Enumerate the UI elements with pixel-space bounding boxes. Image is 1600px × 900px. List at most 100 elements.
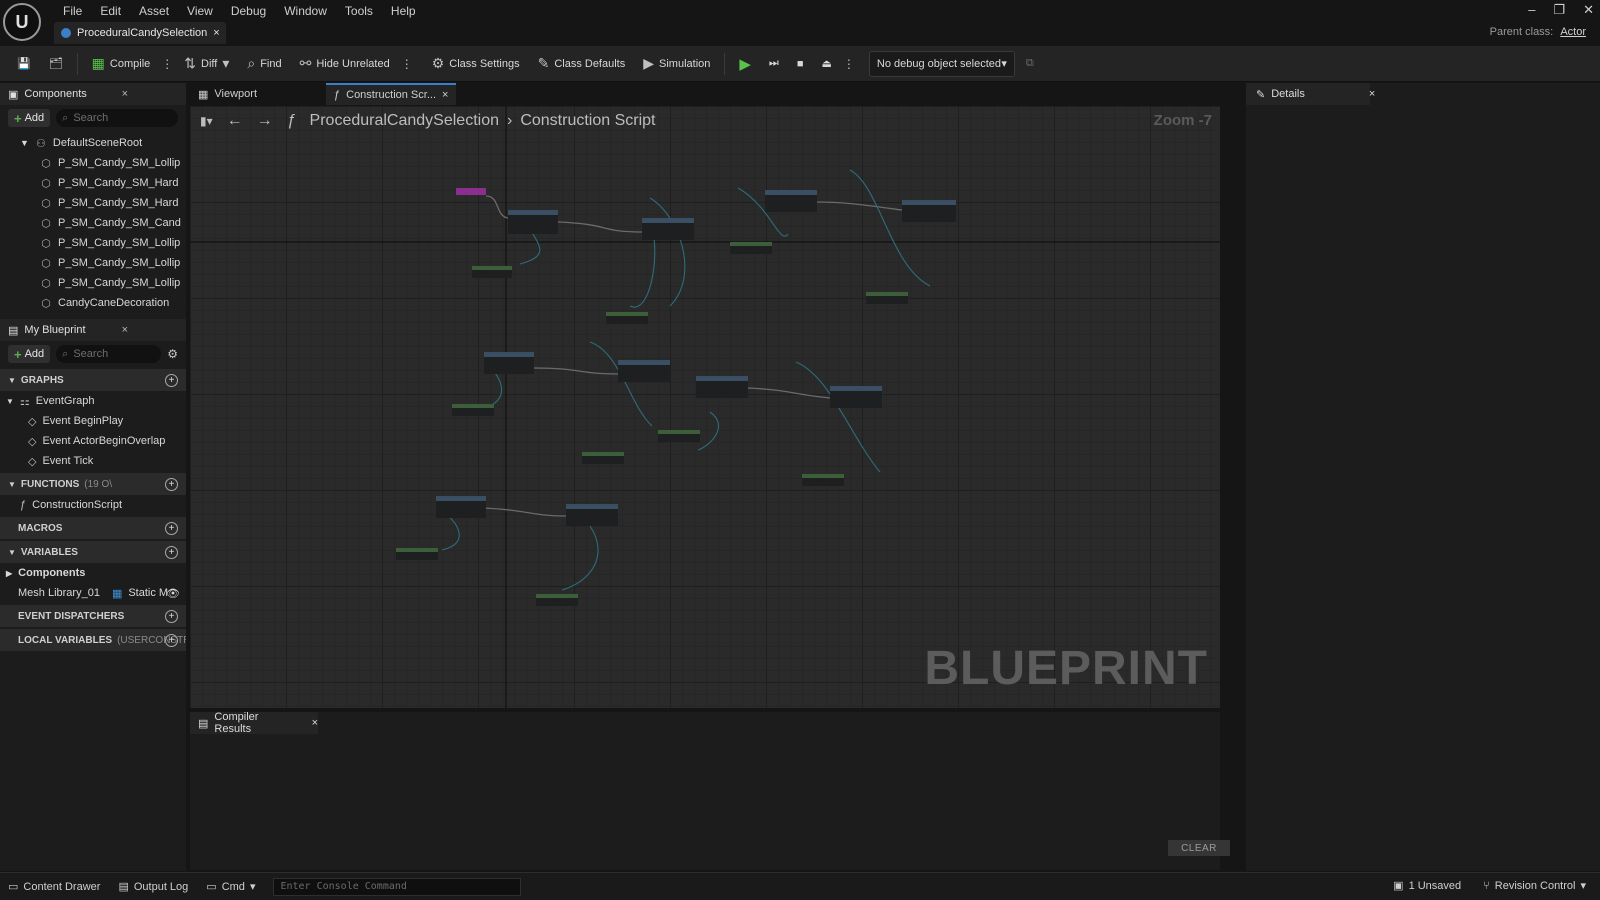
my-blueprint-search-input[interactable]: ⌕ Search — [56, 345, 162, 363]
menu-debug[interactable]: Debug — [222, 2, 275, 20]
function-node[interactable] — [696, 376, 748, 398]
revision-control-button[interactable]: ⑂ Revision Control ▾ — [1483, 879, 1586, 893]
macros-section-header[interactable]: MACROS + — [0, 517, 186, 539]
component-item[interactable]: ⬡ P_SM_Candy_SM_Lollip — [0, 273, 186, 293]
construction-script-item[interactable]: ƒ ConstructionScript — [0, 495, 186, 515]
save-icon[interactable]: 💾 — [10, 51, 38, 77]
blueprint-graph-canvas[interactable]: BLUEPRINT — [190, 106, 1220, 708]
function-node[interactable] — [902, 200, 956, 222]
function-node[interactable] — [618, 360, 670, 382]
class-settings-button[interactable]: ⚙ Class Settings — [425, 51, 527, 77]
find-button[interactable]: ⌕ Find — [240, 51, 288, 77]
function-node[interactable] — [765, 190, 817, 212]
close-icon[interactable]: × — [122, 88, 128, 100]
console-command-input[interactable]: Enter Console Command — [273, 877, 522, 896]
components-search-input[interactable]: ⌕ Search — [56, 109, 178, 127]
add-function-icon[interactable]: + — [165, 477, 178, 491]
variable-category-components[interactable]: ▶ Components — [0, 563, 186, 583]
add-variable-icon[interactable]: + — [165, 545, 178, 559]
component-item[interactable]: ⬡ P_SM_Candy_SM_Lollip — [0, 153, 186, 173]
eye-icon[interactable]: 👁 — [166, 587, 180, 600]
class-defaults-button[interactable]: ✎ Class Defaults — [531, 51, 633, 77]
compile-options-icon[interactable]: ⋮ — [161, 57, 173, 71]
menu-tools[interactable]: Tools — [336, 2, 382, 20]
clear-button[interactable]: CLEAR — [1168, 840, 1230, 856]
add-graph-icon[interactable]: + — [165, 373, 178, 387]
local-variables-section-header[interactable]: LOCAL VARIABLES (USERCONSTRU + — [0, 629, 186, 651]
menu-asset[interactable]: Asset — [130, 2, 178, 20]
function-node[interactable] — [830, 386, 882, 408]
stop-icon[interactable]: ■ — [790, 51, 811, 77]
menu-edit[interactable]: Edit — [91, 2, 130, 20]
play-options-icon[interactable]: ⋮ — [843, 57, 855, 71]
step-icon[interactable]: ⏭ — [762, 51, 786, 77]
tab-construction-script[interactable]: ƒ Construction Scr... × — [326, 83, 456, 105]
component-item[interactable]: ⬡ P_SM_Candy_SM_Hard — [0, 173, 186, 193]
expand-arrow-icon[interactable]: ▶ — [6, 569, 12, 578]
menu-window[interactable]: Window — [275, 2, 336, 20]
function-node[interactable] — [642, 218, 694, 240]
pure-node[interactable] — [866, 292, 908, 304]
expand-arrow-icon[interactable]: ▼ — [20, 138, 29, 148]
collapse-arrow-icon[interactable]: ▼ — [6, 397, 14, 406]
parent-class-link[interactable]: Actor — [1560, 26, 1586, 38]
details-tab[interactable]: ✎ Details × — [1246, 83, 1375, 105]
close-icon[interactable]: × — [122, 324, 128, 336]
pure-node[interactable] — [730, 242, 772, 254]
functions-section-header[interactable]: ▼ FUNCTIONS (19 O\ + — [0, 473, 186, 495]
debug-object-select[interactable]: No debug object selected ▾ — [868, 50, 1015, 77]
function-node[interactable] — [566, 504, 618, 526]
debug-filter-icon[interactable]: ⧉ — [1019, 51, 1041, 77]
add-macro-icon[interactable]: + — [165, 521, 178, 535]
event-dispatchers-section-header[interactable]: EVENT DISPATCHERS + — [0, 605, 186, 627]
function-node[interactable] — [508, 210, 558, 234]
forward-arrow-icon[interactable]: → — [257, 112, 273, 130]
event-item[interactable]: ◇ Event ActorBeginOverlap — [0, 431, 186, 451]
event-graph-item[interactable]: ▼ ⚏ EventGraph — [0, 391, 186, 411]
pure-node[interactable] — [802, 474, 844, 486]
add-local-variable-icon[interactable]: + — [165, 633, 178, 647]
breadcrumb-leaf[interactable]: Construction Script — [520, 112, 655, 130]
play-icon[interactable]: ▶ — [732, 51, 758, 77]
back-arrow-icon[interactable]: ← — [227, 112, 243, 130]
component-item[interactable]: ⬡ P_SM_Candy_SM_Lollip — [0, 253, 186, 273]
restore-icon[interactable]: ❐ — [1553, 2, 1565, 18]
eject-icon[interactable]: ⏏ — [814, 51, 838, 77]
pure-node[interactable] — [606, 312, 648, 324]
pure-node[interactable] — [452, 404, 494, 416]
pure-node[interactable] — [396, 548, 438, 560]
close-window-icon[interactable]: ✕ — [1583, 2, 1594, 18]
event-node[interactable] — [456, 188, 486, 195]
function-node[interactable] — [436, 496, 486, 518]
pure-node[interactable] — [658, 430, 700, 442]
add-member-button[interactable]: + Add — [8, 345, 51, 363]
components-tab[interactable]: ▣ Components × — [0, 83, 186, 105]
compile-button[interactable]: ▦ Compile — [85, 51, 158, 77]
bookmark-icon[interactable]: ▮▾ — [200, 114, 213, 128]
content-drawer-button[interactable]: ▭ Content Drawer — [8, 880, 100, 894]
component-root[interactable]: ▼ ⚇ DefaultSceneRoot — [0, 133, 186, 153]
graphs-section-header[interactable]: ▼ GRAPHS + — [0, 369, 186, 391]
simulation-button[interactable]: ▶ Simulation — [636, 51, 717, 77]
component-item[interactable]: ⬡ CandyCaneDecoration — [0, 293, 186, 313]
pure-node[interactable] — [582, 452, 624, 464]
tab-viewport[interactable]: ▦ Viewport — [190, 83, 318, 105]
event-item[interactable]: ◇ Event Tick — [0, 451, 186, 471]
close-icon[interactable]: × — [213, 27, 219, 39]
hide-unrelated-button[interactable]: ⚯ Hide Unrelated — [293, 51, 397, 77]
pure-node[interactable] — [472, 266, 512, 278]
gear-icon[interactable]: ⚙ — [167, 347, 178, 361]
my-blueprint-tab[interactable]: ▤ My Blueprint × — [0, 319, 186, 341]
variable-item[interactable]: Mesh Library_01 ▦ Static M 👁 — [0, 583, 186, 603]
close-icon[interactable]: × — [1369, 88, 1375, 100]
unreal-logo-icon[interactable]: U — [3, 3, 41, 41]
menu-help[interactable]: Help — [382, 2, 425, 20]
function-node[interactable] — [484, 352, 534, 374]
breadcrumb-root[interactable]: ProceduralCandySelection — [310, 112, 499, 130]
document-tab[interactable]: ProceduralCandySelection × — [54, 22, 226, 44]
close-icon[interactable]: × — [312, 717, 318, 729]
menu-file[interactable]: File — [54, 2, 91, 20]
browse-icon[interactable]: 🗂 — [42, 51, 70, 77]
variables-section-header[interactable]: ▼ VARIABLES + — [0, 541, 186, 563]
unsaved-button[interactable]: ▣ 1 Unsaved — [1393, 879, 1461, 893]
